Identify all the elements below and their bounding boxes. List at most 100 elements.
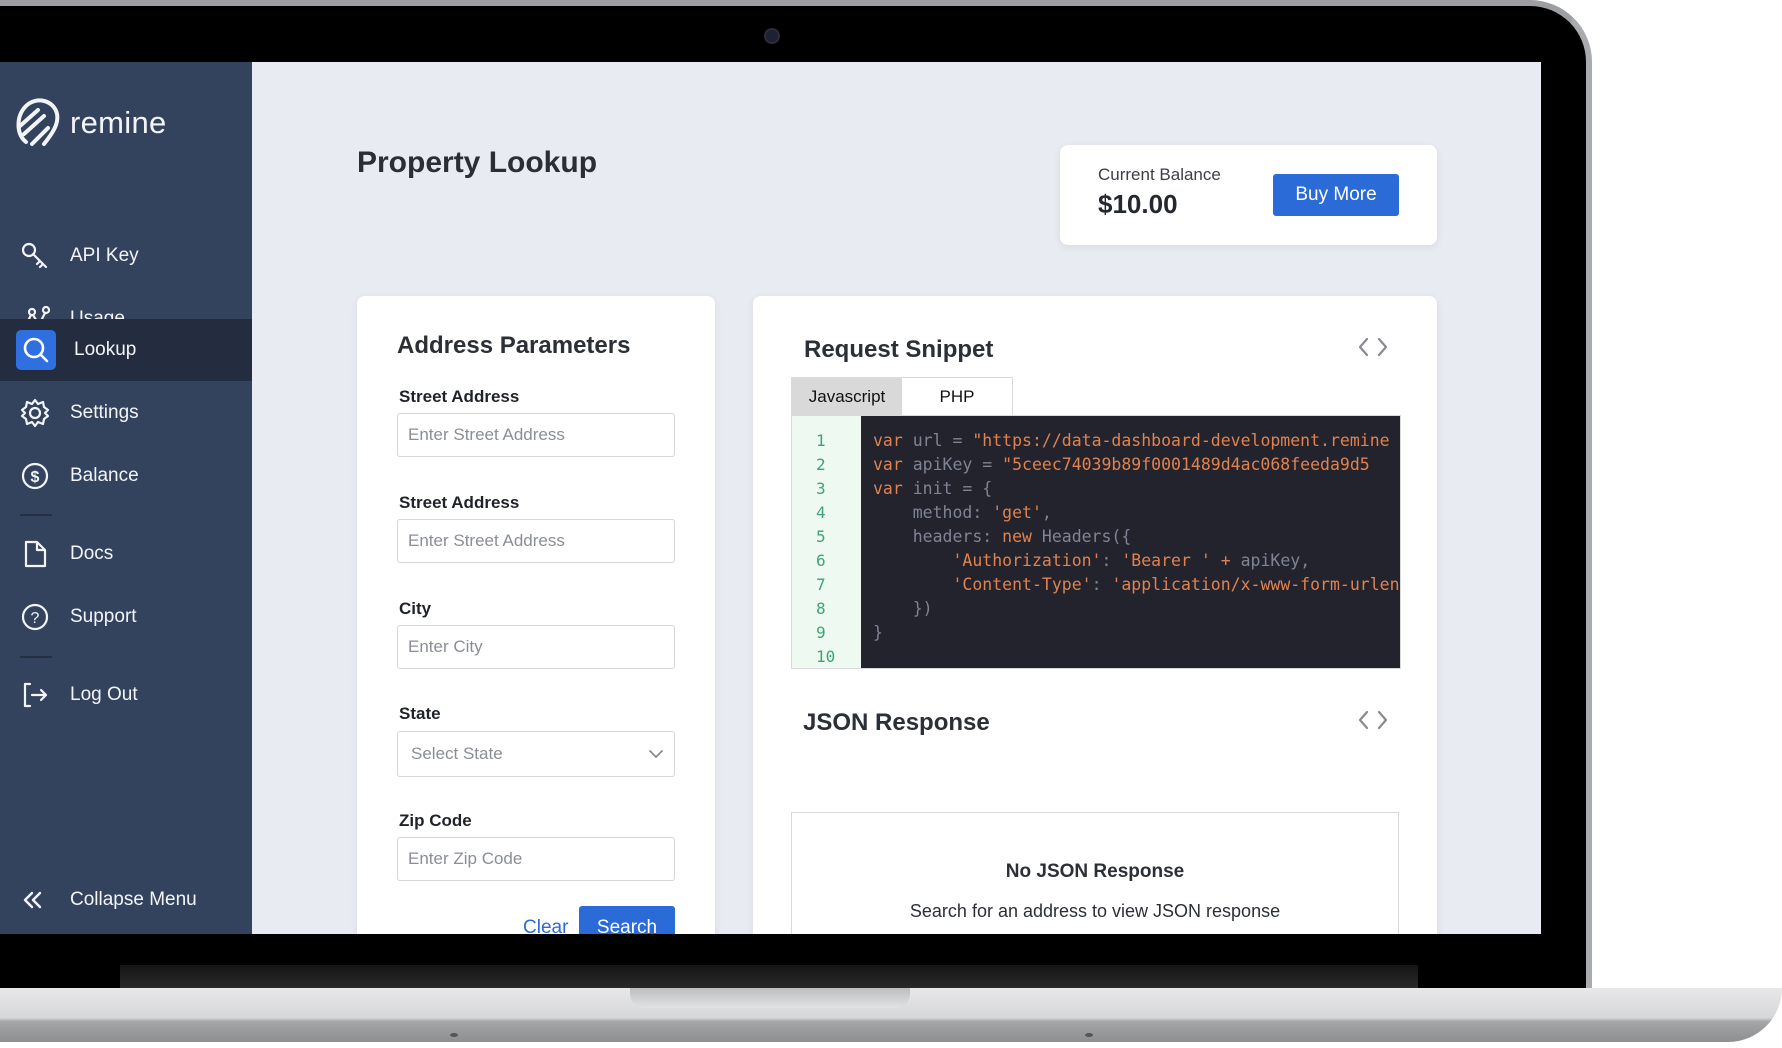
sidebar-item-lookup[interactable]: Lookup: [0, 319, 252, 381]
json-response-heading: JSON Response: [803, 709, 990, 736]
gear-icon: [18, 396, 52, 430]
clear-button[interactable]: Clear: [517, 916, 574, 934]
city-label: City: [399, 599, 432, 618]
buy-more-button[interactable]: Buy More: [1273, 174, 1399, 216]
address-parameters-heading: Address Parameters: [397, 332, 631, 359]
code-token: ,: [1041, 503, 1052, 522]
code-line: }: [873, 621, 1400, 645]
zip-code-label: Zip Code: [399, 811, 472, 830]
code-line: 'Authorization': 'Bearer ' + apiKey,: [873, 549, 1400, 573]
code-line: var url = "https://data-dashboard-develo…: [873, 429, 1400, 453]
code-token: 'Content-Type': [952, 575, 1092, 594]
line-number: 3: [816, 479, 826, 498]
line-number: 6: [816, 551, 826, 570]
code-token: 'application/x-www-form-urlencoded': [1111, 575, 1400, 594]
street-address-input[interactable]: [397, 413, 675, 457]
request-snippet-heading: Request Snippet: [804, 336, 994, 363]
code-token: :: [1101, 551, 1122, 570]
language-tabs: Javascript PHP: [791, 377, 1013, 416]
svg-text:?: ?: [31, 610, 40, 627]
balance-label: Current Balance: [1098, 165, 1221, 184]
webcam: [766, 30, 778, 42]
code-token: 'get': [992, 503, 1042, 522]
key-icon: [18, 239, 52, 273]
page-title: Property Lookup: [357, 146, 598, 179]
code-token: new: [1002, 527, 1042, 546]
sidebar-item-api-key[interactable]: API Key: [0, 225, 252, 287]
code-token: "https://data-dashboard-development.remi…: [972, 431, 1390, 450]
street-address-2-label: Street Address: [399, 493, 520, 512]
json-response-box: No JSON Response Search for an address t…: [791, 812, 1399, 934]
code-token: apiKey,: [1240, 551, 1311, 570]
street-address-2-input[interactable]: [397, 519, 675, 563]
balance-value: $10.00: [1098, 189, 1178, 219]
line-number: 5: [816, 527, 826, 546]
line-number: 4: [816, 503, 826, 522]
state-label: State: [399, 704, 441, 723]
code-token: "5ceec74039b89f0001489d4ac068feeda9d5: [1002, 455, 1370, 474]
svg-text:$: $: [31, 469, 40, 486]
code-token: :: [1091, 575, 1112, 594]
logout-icon: [18, 678, 52, 712]
code-editor[interactable]: 1 2 3 4 5 6 7 8 9 10 var url = "https://data-dash…: [791, 415, 1401, 669]
laptop-hinge: [120, 965, 1418, 989]
balance-card: Current Balance $10.00 Buy More: [1060, 145, 1437, 245]
code-toggle-icon[interactable]: [1357, 709, 1389, 738]
request-snippet-card: Request Snippet Javascript PHP 1 2 3 4 5 6 7 8 9…: [753, 296, 1437, 934]
code-line: headers: new Headers({: [873, 525, 1400, 549]
code-line: }): [873, 597, 1400, 621]
address-parameters-card: Address Parameters Street Address Street…: [357, 296, 715, 934]
code-content: var url = "https://data-dashboard-develo…: [861, 416, 1400, 668]
brand-name: remine: [70, 105, 167, 140]
sidebar-divider: [20, 514, 52, 516]
line-number: 7: [816, 575, 826, 594]
code-token: apiKey =: [912, 455, 1003, 474]
state-select-value: Select State: [411, 744, 503, 763]
code-token: 'Bearer ': [1121, 551, 1211, 570]
sidebar-item-settings[interactable]: Settings: [0, 382, 252, 444]
tab-php[interactable]: PHP: [902, 378, 1012, 416]
screen: remine API Key Usage Lookup Settings: [0, 62, 1541, 934]
code-line: var init = {: [873, 477, 1400, 501]
laptop-lid-notch: [630, 988, 910, 1008]
city-input[interactable]: [397, 625, 675, 669]
code-token: }): [873, 599, 933, 618]
code-token: Headers({: [1041, 527, 1132, 546]
code-line: 'Content-Type': 'application/x-www-form-…: [873, 573, 1400, 597]
line-number: 1: [816, 431, 826, 450]
code-token: }: [873, 623, 883, 642]
search-icon: [16, 330, 56, 370]
sidebar-item-log-out[interactable]: Log Out: [0, 664, 252, 726]
state-select[interactable]: Select State: [397, 731, 675, 777]
street-address-label: Street Address: [399, 387, 520, 406]
laptop-foot: [450, 1033, 458, 1037]
code-line: method: 'get',: [873, 501, 1400, 525]
code-token: var: [873, 479, 913, 498]
document-icon: [18, 537, 52, 571]
line-number: 8: [816, 599, 826, 618]
code-line: var apiKey = "5ceec74039b89f0001489d4ac0…: [873, 453, 1400, 477]
help-circle-icon: ?: [18, 600, 52, 634]
zip-code-input[interactable]: [397, 837, 675, 881]
sidebar-item-balance[interactable]: $ Balance: [0, 445, 252, 507]
tab-javascript[interactable]: Javascript: [792, 378, 902, 416]
code-token: var: [873, 455, 913, 474]
dollar-circle-icon: $: [18, 459, 52, 493]
double-chevron-left-icon: [20, 883, 46, 917]
laptop-foot: [1085, 1033, 1093, 1037]
line-number: 9: [816, 623, 826, 642]
json-empty-subtitle: Search for an address to view JSON respo…: [909, 901, 1281, 921]
brand-logo[interactable]: remine: [14, 96, 167, 150]
chevron-down-icon: [649, 750, 663, 759]
code-token: +: [1210, 551, 1241, 570]
code-token: method:: [873, 503, 993, 522]
code-toggle-icon[interactable]: [1357, 336, 1389, 365]
search-button[interactable]: Search: [579, 906, 675, 934]
sidebar-item-docs[interactable]: Docs: [0, 523, 252, 585]
code-token: 'Authorization': [952, 551, 1102, 570]
code-token: headers:: [873, 527, 1003, 546]
collapse-menu-button[interactable]: Collapse Menu: [0, 880, 252, 920]
sidebar-item-support[interactable]: ? Support: [0, 586, 252, 648]
